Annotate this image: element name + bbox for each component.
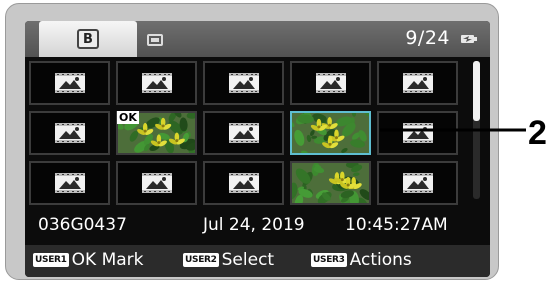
media-slot-indicator: B [77,29,99,49]
scrollbar-thumb[interactable] [473,61,480,121]
video-placeholder-icon [315,72,347,94]
callout-leader-line [380,128,526,132]
video-placeholder-icon [54,122,86,144]
video-placeholder-icon [228,72,260,94]
thumbnail[interactable] [116,61,197,105]
video-placeholder-icon [54,72,86,94]
user3-badge: USER3 [311,253,347,267]
thumbnail[interactable] [377,161,458,205]
thumbnail[interactable] [203,61,284,105]
thumbnail[interactable] [29,161,110,205]
thumbnail[interactable] [203,111,284,155]
video-placeholder-icon [228,122,260,144]
actions-label: Actions [349,250,412,270]
lcd-screen: B 9/24 OK 036G0437 Jul 24, 2019 10:45:27… [25,21,490,277]
clip-photo [292,163,369,203]
video-placeholder-icon [228,172,260,194]
video-placeholder-icon [54,172,86,194]
thumbnail[interactable] [29,61,110,105]
thumbnail[interactable]: OK [116,111,197,155]
video-placeholder-icon [141,172,173,194]
user-button-row: USER1 OK Mark USER2 Select USER3 Actions [25,245,490,277]
thumbnail[interactable] [203,161,284,205]
select-button[interactable]: USER2 Select [183,250,274,270]
thumbnail[interactable] [290,161,371,205]
header-bar: B 9/24 [25,21,490,57]
user1-badge: USER1 [33,253,69,267]
memory-card-icon [147,34,163,46]
select-label: Select [221,250,275,270]
thumbnail[interactable] [377,61,458,105]
thumbnail[interactable] [116,161,197,205]
video-placeholder-icon [402,172,434,194]
battery-icon [461,35,477,43]
clip-info-row: 036G0437 Jul 24, 2019 10:45:27AM [25,209,490,243]
clip-time: 10:45:27AM [345,215,448,235]
thumbnail[interactable] [29,111,110,155]
ok-mark-button[interactable]: USER1 OK Mark [33,250,144,270]
ok-mark-label: OK Mark [71,250,144,270]
actions-button[interactable]: USER3 Actions [311,250,412,270]
manual-figure: B 9/24 OK 036G0437 Jul 24, 2019 10:45:27… [0,0,554,284]
clip-date: Jul 24, 2019 [203,215,305,235]
callout-number: 2 [528,114,547,152]
clip-name: 036G0437 [38,215,127,235]
thumbnail-selected[interactable] [290,111,371,155]
video-placeholder-icon [141,72,173,94]
ok-mark-badge: OK [117,111,139,124]
memory-card-tab[interactable] [137,25,173,55]
video-placeholder-icon [402,72,434,94]
media-slot-tab[interactable]: B [39,21,137,57]
clip-counter: 9/24 [405,27,450,49]
user2-badge: USER2 [183,253,219,267]
thumbnail[interactable] [290,61,371,105]
clip-photo [292,113,369,153]
